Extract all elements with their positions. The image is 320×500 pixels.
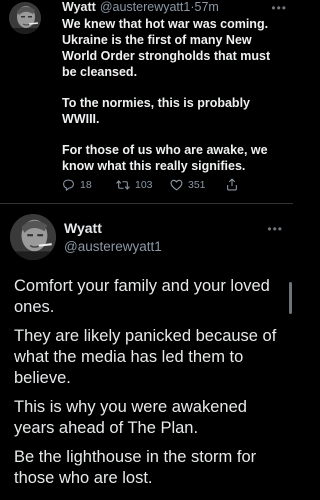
tweet-header: Wyatt @austerewyatt1 · 57m bbox=[62, 0, 284, 15]
tweet-paragraph: This is why you were awakened years ahea… bbox=[14, 398, 247, 437]
avatar[interactable] bbox=[10, 214, 56, 260]
tweet-paragraph: To the normies, this is probably WWIII. bbox=[62, 96, 250, 126]
author-handle[interactable]: @austerewyatt1 bbox=[100, 0, 191, 15]
reply-button[interactable]: 18 bbox=[62, 179, 116, 191]
reply-icon bbox=[63, 179, 74, 191]
tweet-text: We knew that hot war was coming. Ukraine… bbox=[62, 16, 284, 174]
author-handle[interactable]: @austerewyatt1 bbox=[64, 238, 162, 255]
more-horizontal-icon[interactable]: ••• bbox=[267, 223, 283, 235]
author-name[interactable]: Wyatt bbox=[64, 220, 102, 237]
author-name[interactable]: Wyatt bbox=[62, 0, 96, 15]
share-button[interactable] bbox=[226, 178, 246, 191]
scrollbar[interactable] bbox=[289, 282, 292, 314]
avatar[interactable] bbox=[9, 2, 41, 34]
timestamp[interactable]: 57m bbox=[195, 0, 219, 15]
tweet-divider bbox=[0, 203, 293, 204]
tweet-paragraph: They are likely panicked because of what… bbox=[14, 327, 277, 387]
heart-icon bbox=[170, 179, 183, 190]
like-count: 351 bbox=[188, 178, 206, 191]
tweet-1[interactable]: Wyatt @austerewyatt1 · 57m We knew that … bbox=[0, 0, 293, 203]
avatar-image bbox=[9, 2, 41, 34]
share-icon bbox=[227, 178, 237, 191]
twitter-thread: Wyatt @austerewyatt1 · 57m We knew that … bbox=[0, 0, 293, 500]
retweet-button[interactable]: 103 bbox=[116, 179, 170, 191]
more-horizontal-icon[interactable]: ••• bbox=[271, 2, 287, 14]
retweet-count: 103 bbox=[135, 178, 153, 191]
avatar-image bbox=[10, 214, 56, 260]
tweet-paragraph: Be the lighthouse in the storm for those… bbox=[14, 448, 257, 487]
tweet-actions: 18 103 351 bbox=[62, 178, 246, 191]
retweet-icon bbox=[116, 179, 130, 190]
tweet-paragraph: We knew that hot war was coming. Ukraine… bbox=[62, 17, 271, 79]
reply-count: 18 bbox=[80, 178, 92, 191]
tweet-paragraph: Comfort your family and your loved ones. bbox=[14, 277, 270, 316]
tweet-paragraph: For those of us who are awake, we know w… bbox=[62, 143, 268, 173]
like-button[interactable]: 351 bbox=[170, 179, 226, 191]
tweet-text: Comfort your family and your loved ones.… bbox=[14, 276, 284, 497]
